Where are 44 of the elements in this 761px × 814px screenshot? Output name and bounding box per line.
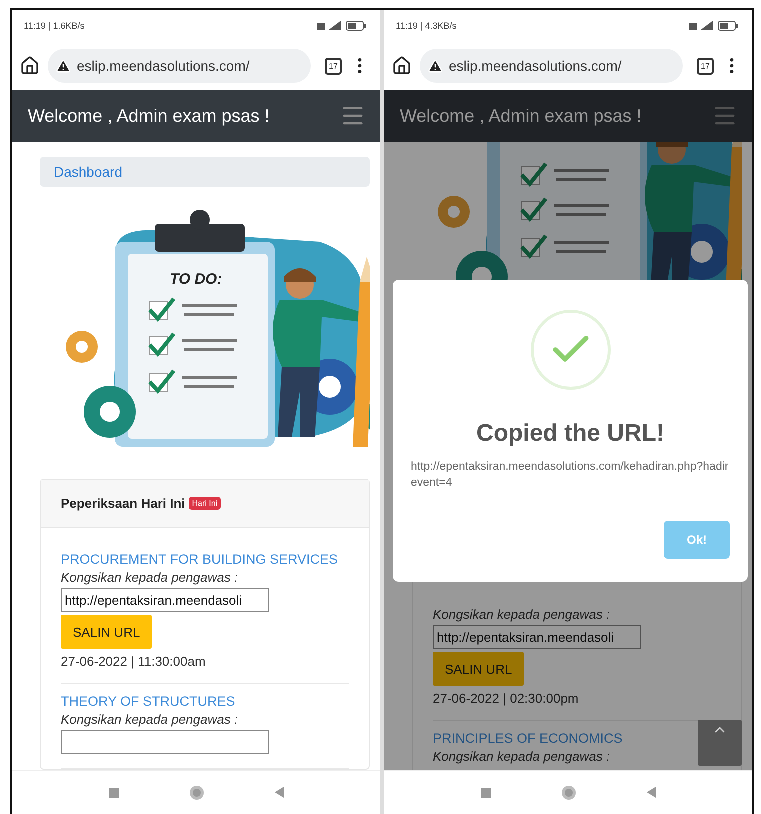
url-text: eslip.meendasolutions.com/ [449,58,622,74]
exam-title-link[interactable]: PROCUREMENT FOR BUILDING SERVICES [61,552,338,567]
battery-icon [346,21,366,31]
home-circle-icon[interactable] [188,784,204,800]
success-check-icon [530,310,610,390]
home-icon[interactable] [20,56,40,76]
welcome-title: Welcome , Admin exam psas ! [28,106,270,126]
url-field[interactable]: http://epentaksiran.meendasoli [61,588,269,612]
url-text: eslip.meendasolutions.com/ [77,58,250,74]
home-circle-icon[interactable] [560,784,576,800]
home-icon[interactable] [392,56,412,76]
tab-count-button[interactable]: 17 [325,58,342,74]
todo-label: TO DO: [170,271,222,288]
signal-icon [317,21,343,31]
status-time: 11:19 | 4.3KB/s [396,21,457,31]
copy-url-button[interactable]: SALIN URL [61,615,152,649]
recents-icon[interactable] [108,788,118,798]
tab-count-button[interactable]: 17 [697,58,714,74]
exam-datetime: 27-06-2022 | 02:30:00pm [433,691,579,706]
signal-icon [689,21,715,31]
back-icon[interactable] [646,787,656,798]
battery-icon [718,21,738,31]
warning-icon [428,58,443,74]
status-time: 11:19 | 1.6KB/s [24,21,85,31]
exam-title-link[interactable]: THEORY OF STRUCTURES [61,694,236,709]
share-label: Kongsikan kepada pengawas : [61,712,238,727]
dialog-title: Copied the URL! [476,420,664,448]
recents-icon[interactable] [480,788,490,798]
share-label: Kongsikan kepada pengawas : [61,570,238,585]
today-badge: Hari Ini [189,497,221,510]
card-title: Peperiksaan Hari Ini [61,496,186,511]
share-label: Kongsikan kepada pengawas : [433,749,610,764]
copy-url-button[interactable]: SALIN URL [433,652,524,686]
address-bar[interactable]: eslip.meendasolutions.com/ [420,49,683,83]
share-label: Kongsikan kepada pengawas : [433,607,610,622]
exam-datetime: 27-06-2022 | 11:30:00am [61,654,206,669]
url-field[interactable]: http://epentaksiran.meendasoli [433,625,641,649]
url-field[interactable] [61,730,269,754]
address-bar[interactable]: eslip.meendasolutions.com/ [48,49,311,83]
dashboard-link[interactable]: Dashboard [54,164,122,180]
dialog-message: http://epentaksiran.meendasolutions.com/kehadiran.php?hadirevent=4 [411,460,730,491]
back-icon[interactable] [274,787,284,798]
warning-icon [56,58,71,74]
welcome-title: Welcome , Admin exam psas ! [400,106,642,126]
